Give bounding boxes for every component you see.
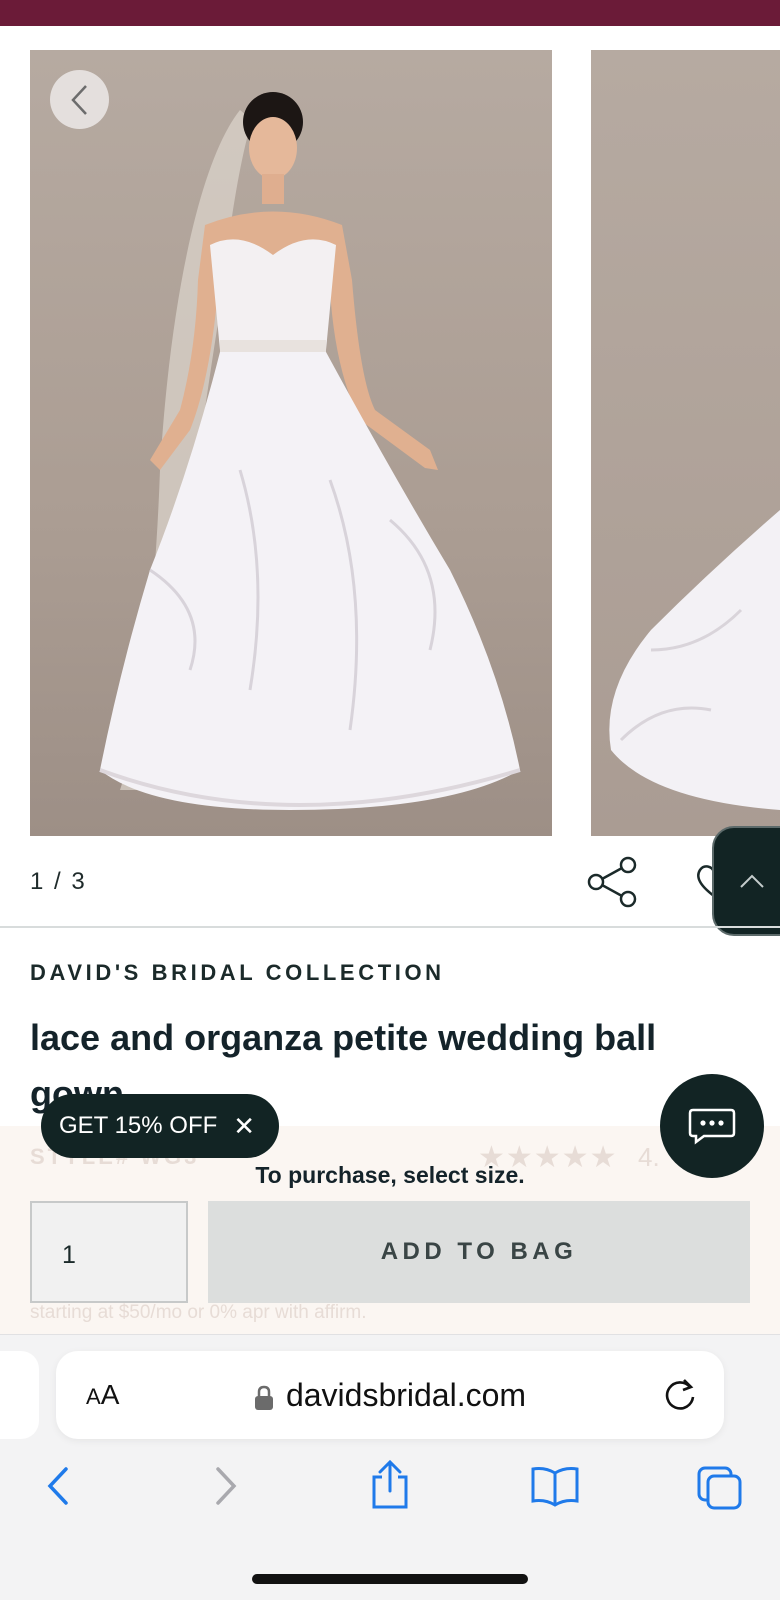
address-bar[interactable]: AA davidsbridal.com <box>56 1351 724 1439</box>
brand-top-bar <box>0 0 780 26</box>
domain-label: davidsbridal.com <box>285 1377 527 1413</box>
chevron-left-icon <box>70 84 87 115</box>
gallery-counter: 1 / 3 <box>30 868 87 895</box>
back-icon[interactable] <box>44 1465 72 1507</box>
scroll-to-top-button[interactable] <box>712 826 780 936</box>
reload-icon[interactable] <box>662 1375 698 1413</box>
chat-icon <box>688 1108 736 1145</box>
add-to-bag-button[interactable]: ADD TO BAG <box>208 1201 750 1303</box>
product-photo-next[interactable] <box>591 50 780 836</box>
financing-text-faded: starting at $50/mo or 0% apr with affirm… <box>30 1302 367 1323</box>
bride-wedding-gown-image <box>99 92 521 810</box>
section-divider <box>0 926 780 928</box>
lock-icon <box>254 1385 273 1410</box>
quantity-field[interactable]: 1 <box>30 1201 188 1303</box>
select-size-prompt: To purchase, select size. <box>255 1162 525 1188</box>
chat-button[interactable] <box>660 1074 764 1178</box>
share-icon <box>587 856 637 908</box>
gown-detail-image <box>609 510 780 810</box>
chevron-up-icon <box>740 874 764 888</box>
share-button[interactable] <box>586 856 640 908</box>
bookmarks-icon[interactable] <box>530 1465 580 1507</box>
safari-browser-bar: AA davidsbridal.com <box>0 1334 780 1600</box>
tabs-icon[interactable] <box>696 1465 744 1511</box>
gallery-prev-button[interactable] <box>50 70 109 129</box>
close-icon[interactable]: ✕ <box>233 1111 255 1142</box>
discount-promo-pill[interactable]: GET 15% OFF ✕ <box>41 1094 279 1158</box>
product-brand[interactable]: DAVID'S BRIDAL COLLECTION <box>30 960 445 986</box>
home-indicator <box>252 1574 528 1584</box>
share-sheet-icon[interactable] <box>368 1459 412 1511</box>
promo-label[interactable]: GET 15% OFF <box>59 1112 217 1140</box>
url-text[interactable]: davidsbridal.com <box>56 1377 724 1414</box>
forward-icon <box>216 1467 237 1505</box>
previous-tab-peek[interactable] <box>0 1351 39 1439</box>
product-photo-main[interactable] <box>30 50 552 836</box>
product-image-gallery[interactable] <box>0 26 780 836</box>
